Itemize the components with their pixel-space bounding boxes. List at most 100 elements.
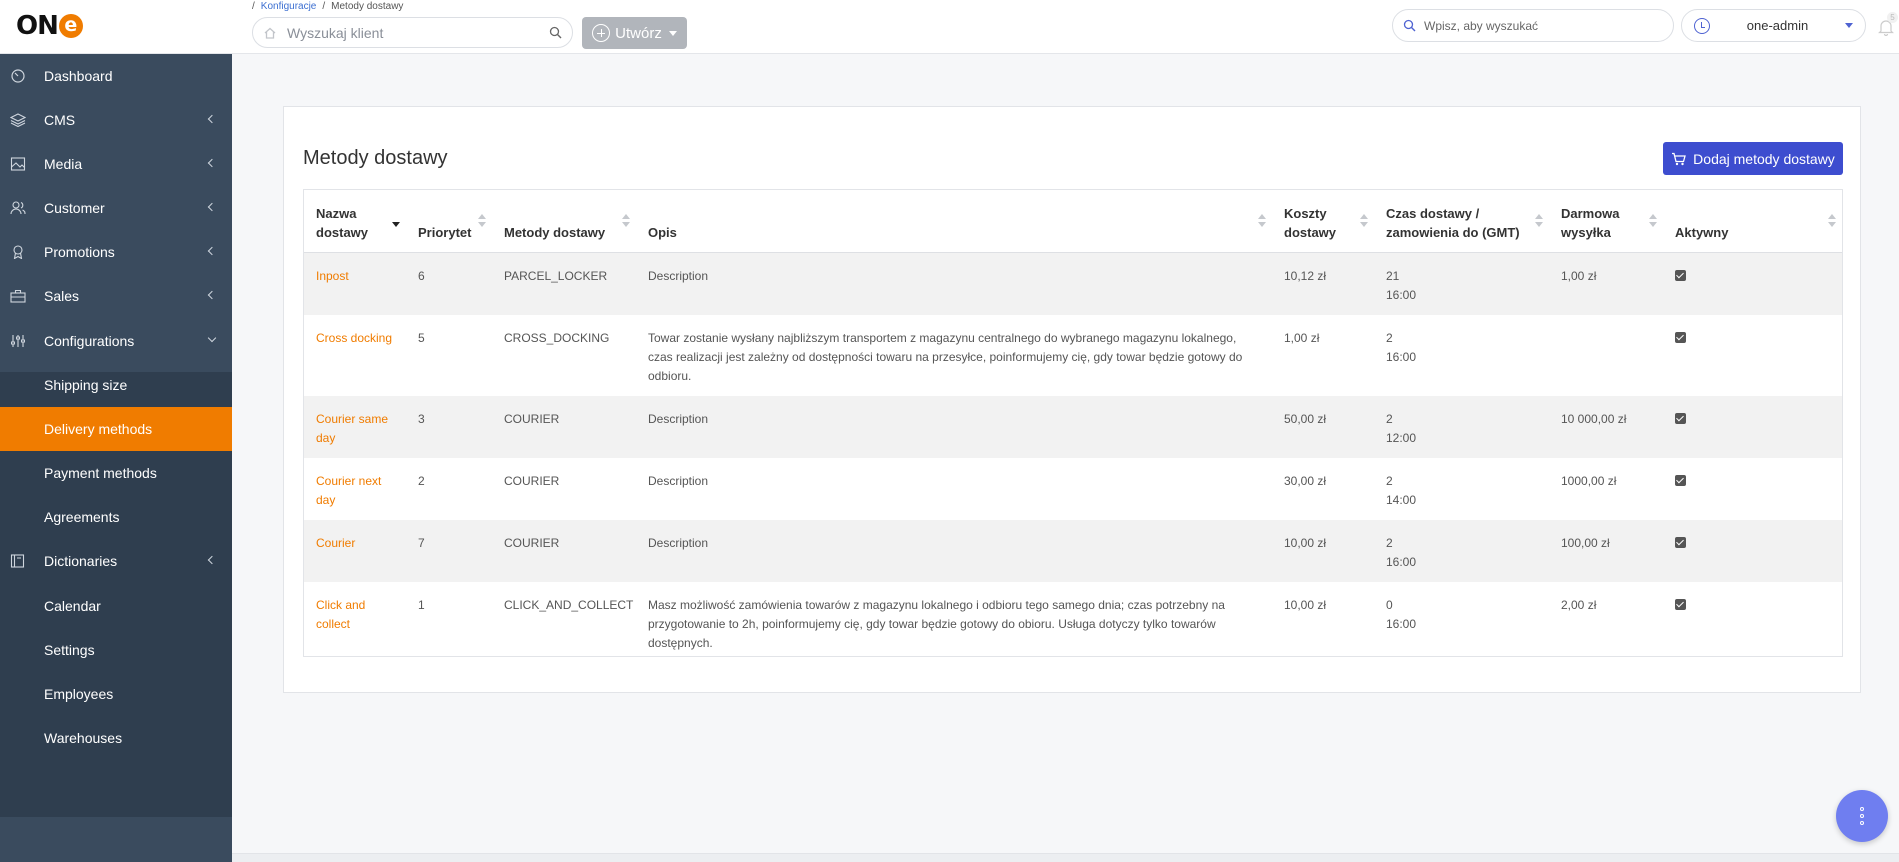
cell-method: PARCEL_LOCKER (492, 252, 636, 315)
more-actions-button[interactable] (1836, 790, 1888, 842)
user-menu[interactable]: one-admin (1681, 9, 1866, 42)
sidebar-item-calendar[interactable]: Calendar (0, 584, 232, 628)
top-bar: ONe / Konfiguracje / Metody dostawy Utwó… (0, 0, 1899, 54)
cell-name[interactable]: Inpost (304, 252, 406, 315)
sidebar-item-promotions[interactable]: Promotions (0, 230, 232, 274)
add-delivery-method-button[interactable]: Dodaj metody dostawy (1663, 142, 1843, 175)
search-icon[interactable] (1403, 19, 1416, 32)
sidebar-item-label: Settings (44, 642, 95, 658)
checkbox-checked-icon[interactable] (1675, 331, 1686, 343)
cell-cost: 10,00 zł (1272, 519, 1374, 582)
logo-text: ON (16, 11, 59, 41)
sidebar-item-label: Configurations (44, 333, 135, 349)
client-search-box (252, 17, 573, 48)
logo[interactable]: ON e (16, 9, 83, 43)
cell-method: COURIER (492, 395, 636, 458)
cell-method: COURIER (492, 519, 636, 582)
checkbox-checked-icon[interactable] (1675, 412, 1686, 424)
table-row[interactable]: Courier next day 2 COURIER Description 30,00… (304, 458, 1842, 520)
layers-icon (10, 113, 26, 127)
global-search-box (1392, 9, 1674, 42)
sidebar-item-configurations[interactable]: Configurations (0, 319, 232, 363)
order-cutoff-time: 14:00 (1386, 492, 1417, 507)
cell-method: COURIER (504, 473, 560, 488)
cell-priority: 6 (406, 252, 492, 315)
sidebar-item-media[interactable]: Media (0, 142, 232, 186)
sidebar-item-label: Agreements (44, 509, 120, 525)
sidebar-item-settings[interactable]: Settings (0, 628, 232, 672)
column-header-method[interactable]: Metody dostawy (492, 190, 636, 253)
breadcrumb-link-konfiguracje[interactable]: Konfiguracje (261, 1, 317, 12)
column-header-label: Darmowa wysyłka (1561, 205, 1620, 240)
sidebar-item-payment-methods[interactable]: Payment methods (0, 451, 232, 495)
table-row[interactable]: Cross docking 5 CROSS_DOCKING Towar zostani… (304, 315, 1842, 396)
column-header-cost[interactable]: Koszty dostawy (1272, 190, 1374, 253)
column-header-description[interactable]: Opis (636, 190, 1272, 253)
sidebar-item-customer[interactable]: Customer (0, 186, 232, 230)
cell-active (1663, 582, 1842, 663)
chevron-left-icon (207, 555, 217, 565)
cell-free-shipping: 100,00 zł (1549, 519, 1663, 582)
cell-delivery-time: 2 12:00 (1374, 395, 1549, 458)
column-header-name[interactable]: Nazwa dostawy (304, 190, 406, 253)
sidebar-item-label: Payment methods (44, 465, 157, 481)
footer (232, 853, 1899, 862)
cell-delivery-time: 2 16:00 (1374, 315, 1549, 396)
sort-icon (622, 214, 630, 230)
column-header-priority[interactable]: Priorytet (406, 190, 492, 253)
cell-description: Masz możliwość zamówienia towarów z maga… (648, 597, 1225, 650)
breadcrumb-sep: / (322, 1, 326, 12)
cell-priority: 3 (406, 395, 492, 458)
table-row[interactable]: Courier 7 COURIER Description 10,00 zł 2 16:00… (304, 519, 1842, 582)
chevron-down-icon (207, 333, 217, 343)
delivery-days: 2 (1386, 411, 1393, 426)
table-row[interactable]: Inpost 6 PARCEL_LOCKER Description 10,12 zł 2… (304, 252, 1842, 315)
cell-priority: 7 (406, 519, 492, 582)
checkbox-checked-icon[interactable] (1675, 474, 1686, 486)
sidebar-item-warehouses[interactable]: Warehouses (0, 716, 232, 760)
sort-icon (1360, 214, 1368, 230)
sidebar-item-cms[interactable]: CMS (0, 98, 232, 142)
sidebar-item-label: Sales (44, 288, 80, 304)
sidebar-item-agreements[interactable]: Agreements (0, 495, 232, 539)
sidebar-item-delivery-methods[interactable]: Delivery methods (0, 407, 232, 451)
sidebar-item-sales[interactable]: Sales (0, 274, 232, 318)
checkbox-checked-icon[interactable] (1675, 269, 1686, 281)
caret-down-icon (668, 30, 677, 36)
global-search-input[interactable] (1424, 18, 1663, 33)
notifications-button[interactable]: 5 (1878, 12, 1898, 37)
cell-name[interactable]: Courier next day (304, 458, 406, 520)
search-icon[interactable] (549, 26, 562, 39)
cell-name[interactable]: Courier (304, 519, 406, 582)
table-row[interactable]: Courier same day 3 COURIER Description 50,00… (304, 395, 1842, 458)
cell-free-shipping: 10 000,00 zł (1549, 395, 1663, 458)
cell-name[interactable]: Cross docking (304, 315, 406, 396)
chevron-left-icon (207, 246, 217, 256)
column-header-delivery-time[interactable]: Czas dostawy / zamowienia do (GMT) (1374, 190, 1549, 253)
delivery-methods-card: Metody dostawy Dodaj metody dostawy Nazw… (283, 106, 1861, 693)
cell-delivery-time: 2 14:00 (1374, 458, 1549, 520)
cell-name[interactable]: Click and collect (304, 582, 406, 663)
checkbox-checked-icon[interactable] (1675, 536, 1686, 548)
checkbox-checked-icon[interactable] (1675, 598, 1686, 610)
create-button[interactable]: Utwórz (582, 17, 687, 49)
cell-name[interactable]: Courier same day (304, 395, 406, 458)
client-search-input[interactable] (287, 24, 549, 41)
sidebar-item-dictionaries[interactable]: Dictionaries (0, 539, 232, 583)
cell-description: Description (636, 519, 1272, 582)
column-header-label: Opis (648, 224, 677, 240)
delivery-days: 21 (1386, 268, 1400, 283)
column-header-free-shipping[interactable]: Darmowa wysyłka (1549, 190, 1663, 253)
sidebar-item-shipping-size[interactable]: Shipping size (0, 363, 232, 407)
cell-active (1663, 315, 1842, 396)
award-icon (13, 245, 23, 259)
users-icon (10, 201, 26, 215)
cell-active (1663, 252, 1842, 315)
order-cutoff-time: 16:00 (1386, 349, 1417, 364)
sidebar: Dashboard CMS Media Customer Promotions … (0, 54, 232, 862)
table-row[interactable]: Click and collect 1 CLICK_AND_COLLECT Masz … (304, 582, 1842, 663)
column-header-active[interactable]: Aktywny (1663, 190, 1842, 253)
sidebar-item-employees[interactable]: Employees (0, 672, 232, 716)
sidebar-item-dashboard[interactable]: Dashboard (0, 54, 232, 98)
column-header-label: Koszty dostawy (1284, 205, 1337, 240)
